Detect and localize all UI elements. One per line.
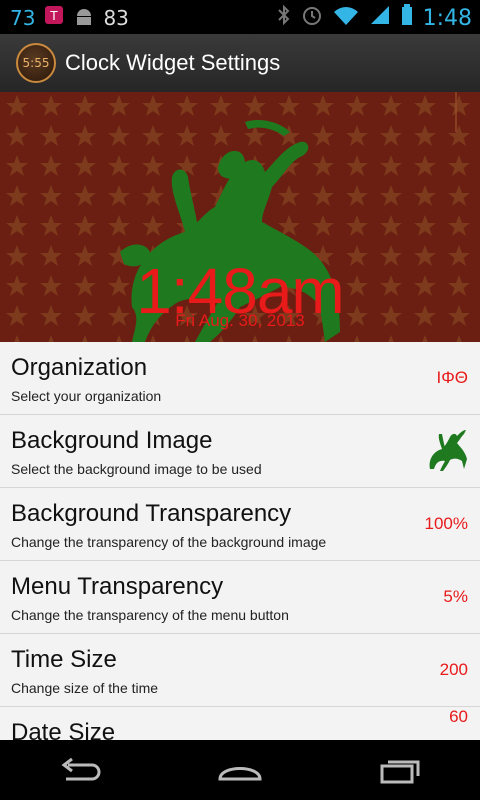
setting-value: 100% [424,514,468,533]
app-icon[interactable]: 5:55 [16,43,56,83]
background-image-thumbnail [429,430,467,471]
preview-date: Fri Aug. 30, 2013 [175,311,305,330]
recents-button[interactable] [370,750,430,790]
notification-count: 83 [103,5,129,30]
android-icon [73,4,95,31]
battery-icon [401,4,413,32]
setting-value: 200 [439,660,468,679]
setting-summary: Select the background image to be used [11,461,262,477]
setting-title: Background Image [11,427,213,454]
status-time: 1:48 [422,5,472,31]
setting-title: Menu Transparency [11,573,224,600]
signal-icon [369,4,391,32]
setting-value: ΙΦΘ [436,368,468,387]
widget-preview: 1:48am Fri Aug. 30, 2013 [0,92,480,342]
navigation-bar [0,740,480,800]
setting-menu-transparency[interactable]: Menu Transparency Change the transparenc… [0,561,480,634]
setting-summary: Select your organization [11,388,162,404]
tmobile-icon: T [43,4,65,31]
alarm-icon [301,4,323,32]
page-title: Clock Widget Settings [65,50,281,75]
setting-date-size[interactable]: Date Size 60 [0,707,480,740]
bluetooth-icon [277,4,291,32]
home-button[interactable] [210,750,270,790]
setting-organization[interactable]: Organization Select your organization ΙΦ… [0,342,480,415]
setting-title: Organization [11,354,148,381]
settings-list: Organization Select your organization ΙΦ… [0,342,480,740]
back-button[interactable] [50,750,110,790]
setting-title: Date Size [11,719,116,740]
wifi-icon [333,4,359,32]
setting-value: 60 [449,707,468,726]
recents-icon [380,760,420,784]
app-icon-text: 5:55 [22,56,50,70]
setting-background-image[interactable]: Background Image Select the background i… [0,415,480,488]
setting-time-size[interactable]: Time Size Change size of the time 200 [0,634,480,707]
status-bar: 73 T 83 1:48 [0,0,480,34]
home-icon [218,767,262,781]
setting-summary: Change the transparency of the menu butt… [11,607,289,623]
setting-title: Time Size [11,646,117,673]
action-bar: 5:55 Clock Widget Settings [0,34,480,93]
svg-text:T: T [50,8,58,23]
battery-percent-text: 73 [10,5,36,30]
setting-background-transparency[interactable]: Background Transparency Change the trans… [0,488,480,561]
setting-summary: Change the transparency of the backgroun… [11,534,327,550]
setting-value: 5% [443,587,468,606]
setting-summary: Change size of the time [11,680,159,696]
setting-title: Background Transparency [11,500,292,527]
back-icon [61,757,101,781]
